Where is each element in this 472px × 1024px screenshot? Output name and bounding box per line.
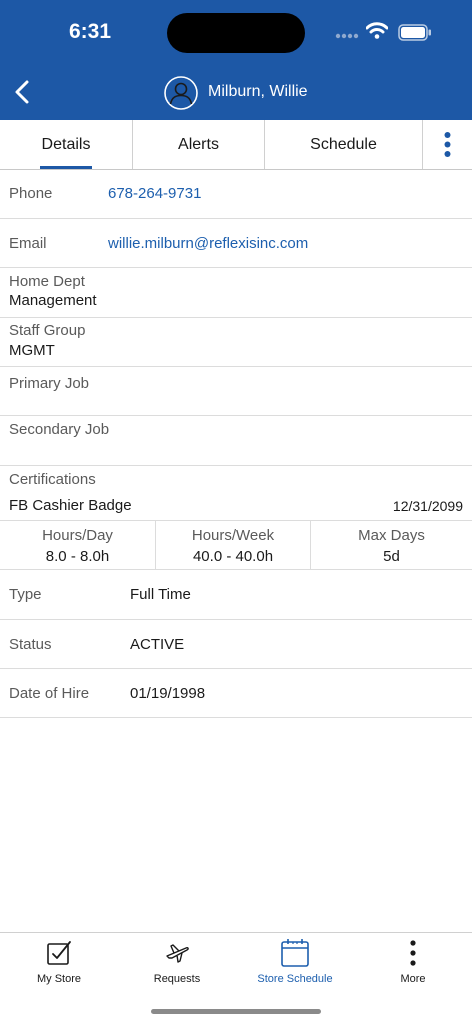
certification-date: 12/31/2099 <box>392 498 463 514</box>
email-row: Email willie.milburn@reflexisinc.com <box>0 219 472 268</box>
hire-date-row: Date of Hire 01/19/1998 <box>0 669 472 718</box>
staff-group-row: Staff Group MGMT <box>0 318 472 367</box>
phone-row: Phone 678-264-9731 <box>0 170 472 219</box>
checkbox-icon <box>47 941 71 965</box>
status-label: Status <box>9 636 52 653</box>
calendar-icon <box>281 939 309 967</box>
certification-name: FB Cashier Badge <box>9 497 132 514</box>
hours-per-week-value: 40.0 - 40.0h <box>192 548 274 565</box>
nav-my-store-label: My Store <box>36 973 81 985</box>
secondary-job-row: Secondary Job <box>0 416 472 466</box>
active-tab-indicator <box>40 166 92 169</box>
status-time: 6:31 <box>69 20 112 43</box>
vertical-dots-icon[interactable] <box>423 120 472 169</box>
nav-store-schedule[interactable]: Store Schedule <box>236 933 354 989</box>
airplane-icon <box>166 944 189 963</box>
tab-alerts[interactable]: Alerts <box>133 120 265 169</box>
tab-bar: Details Alerts Schedule <box>0 120 472 170</box>
type-label: Type <box>9 586 42 603</box>
hours-per-week-label: Hours/Week <box>191 527 275 544</box>
back-chevron-icon[interactable] <box>8 77 38 107</box>
hours-per-day-label: Hours/Day <box>42 527 113 544</box>
vertical-dots-icon <box>410 940 416 966</box>
email-link[interactable]: willie.milburn@reflexisinc.com <box>108 235 308 252</box>
battery-icon <box>398 24 431 41</box>
staff-group-label: Staff Group <box>9 322 86 339</box>
status-bar: 6:31 <box>0 0 472 65</box>
hours-per-day-cell: Hours/Day 8.0 - 8.0h <box>0 521 156 569</box>
status-row: Status ACTIVE <box>0 620 472 669</box>
secondary-job-label: Secondary Job <box>9 421 110 438</box>
nav-more[interactable]: More <box>354 933 472 989</box>
status-value: ACTIVE <box>130 636 185 653</box>
type-row: Type Full Time <box>0 570 472 620</box>
certifications-row: Certifications FB Cashier Badge 12/31/20… <box>0 466 472 520</box>
max-days-label: Max Days <box>358 527 425 544</box>
dynamic-island <box>167 13 305 53</box>
home-dept-value: Management <box>9 292 97 309</box>
home-dept-label: Home Dept <box>9 273 85 290</box>
nav-requests[interactable]: Requests <box>118 933 236 989</box>
phone-label: Phone <box>9 185 53 202</box>
home-dept-row: Home Dept Management <box>0 268 472 318</box>
cellular-signal-icon <box>335 33 359 39</box>
hours-per-week-cell: Hours/Week 40.0 - 40.0h <box>156 521 311 569</box>
nav-more-label: More <box>400 973 426 985</box>
phone-link[interactable]: 678-264-9731 <box>108 185 201 202</box>
staff-group-value: MGMT <box>9 342 55 359</box>
hours-summary: Hours/Day 8.0 - 8.0h Hours/Week 40.0 - 4… <box>0 520 472 570</box>
max-days-value: 5d <box>383 548 400 565</box>
user-avatar-icon <box>164 76 198 110</box>
tab-schedule[interactable]: Schedule <box>265 120 423 169</box>
home-indicator <box>151 1009 321 1014</box>
primary-job-row: Primary Job <box>0 367 472 416</box>
navigation-bar: Milburn, Willie <box>0 65 472 120</box>
hire-date-label: Date of Hire <box>9 685 90 702</box>
certifications-label: Certifications <box>9 471 96 488</box>
nav-store-schedule-label: Store Schedule <box>257 973 333 985</box>
primary-job-label: Primary Job <box>9 375 90 392</box>
page-title: Milburn, Willie <box>208 83 308 100</box>
bottom-tab-bar: My Store Requests Store Schedule More <box>0 932 472 988</box>
email-label: Email <box>9 235 47 252</box>
type-value: Full Time <box>130 586 191 603</box>
max-days-cell: Max Days 5d <box>311 521 472 569</box>
hire-date-value: 01/19/1998 <box>130 685 206 702</box>
nav-my-store[interactable]: My Store <box>0 933 118 989</box>
nav-requests-label: Requests <box>153 973 201 985</box>
hours-per-day-value: 8.0 - 8.0h <box>45 548 110 565</box>
tab-details[interactable]: Details <box>0 120 133 169</box>
wifi-icon <box>366 22 388 39</box>
